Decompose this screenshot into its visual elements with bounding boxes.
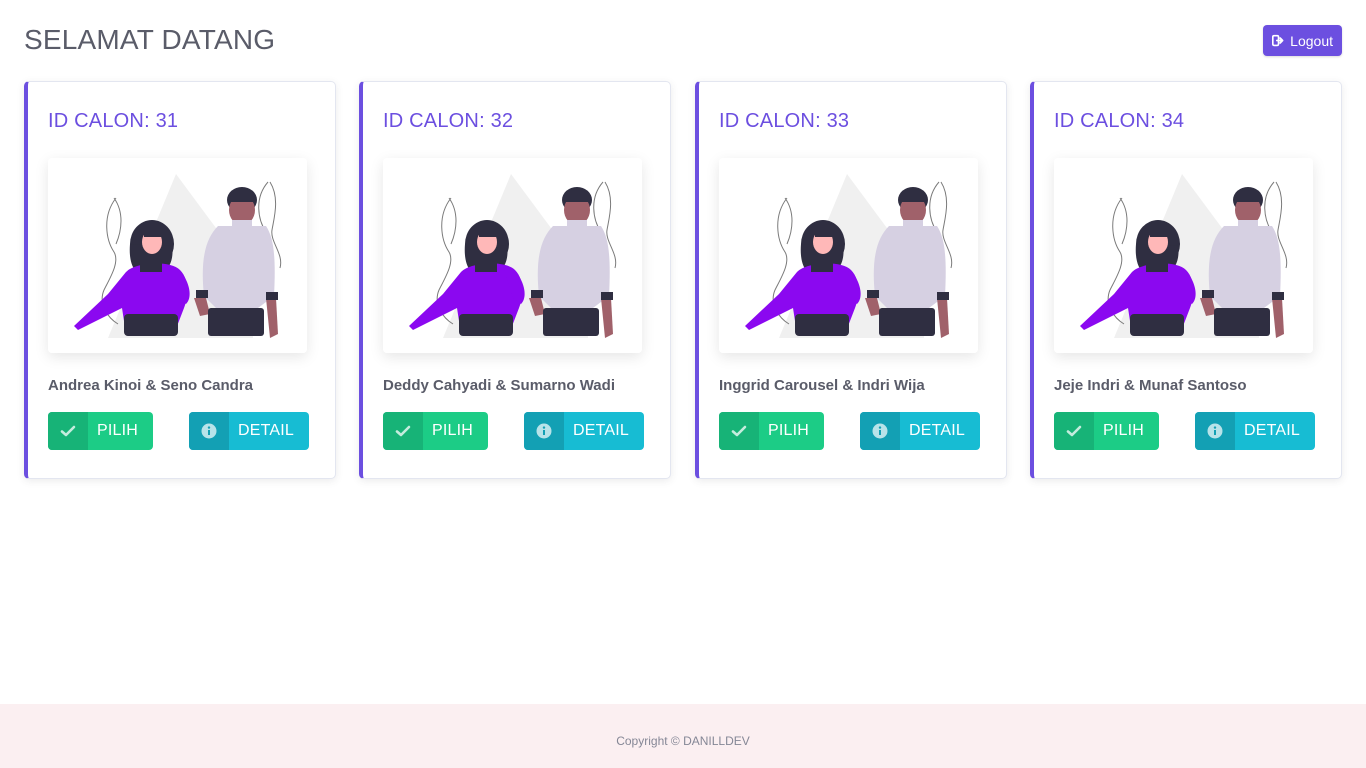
candidate-cards: ID CALON: 31 Andrea Kinoi & Seno Candra … (24, 81, 1342, 479)
detail-button[interactable]: DETAIL (860, 412, 980, 450)
detail-label: DETAIL (1243, 422, 1301, 439)
logout-button[interactable]: Logout (1263, 25, 1342, 56)
candidate-id-title: ID CALON: 31 (48, 110, 179, 132)
info-icon (189, 412, 229, 450)
header: SELAMAT DATANG Logout (24, 22, 1342, 62)
candidate-card: ID CALON: 33 Inggrid Carousel & Indri Wi… (695, 81, 1007, 479)
info-icon (1195, 412, 1235, 450)
page-title: SELAMAT DATANG (24, 24, 276, 55)
candidate-card: ID CALON: 31 Andrea Kinoi & Seno Candra … (24, 81, 336, 479)
pilih-label: PILIH (767, 422, 809, 439)
candidate-illustration (1054, 158, 1313, 353)
pilih-label: PILIH (96, 422, 138, 439)
candidate-card: ID CALON: 32 Deddy Cahyadi & Sumarno Wad… (359, 81, 671, 479)
logout-label: Logout (1290, 32, 1333, 49)
info-icon (860, 412, 900, 450)
candidate-illustration (383, 158, 642, 353)
footer: Copyright © DANILLDEV (0, 704, 1366, 768)
candidate-illustration (48, 158, 307, 353)
pilih-button[interactable]: PILIH (48, 412, 153, 450)
candidate-names: Deddy Cahyadi & Sumarno Wadi (383, 377, 615, 394)
check-icon (383, 412, 423, 450)
candidate-names: Andrea Kinoi & Seno Candra (48, 377, 254, 394)
candidate-card: ID CALON: 34 Jeje Indri & Munaf Santoso … (1030, 81, 1342, 479)
detail-label: DETAIL (908, 422, 966, 439)
detail-button[interactable]: DETAIL (189, 412, 309, 450)
pilih-button[interactable]: PILIH (1054, 412, 1159, 450)
detail-button[interactable]: DETAIL (524, 412, 644, 450)
detail-button[interactable]: DETAIL (1195, 412, 1315, 450)
check-icon (719, 412, 759, 450)
pilih-label: PILIH (1102, 422, 1144, 439)
candidate-id-title: ID CALON: 33 (719, 110, 850, 132)
pilih-button[interactable]: PILIH (719, 412, 824, 450)
info-icon (524, 412, 564, 450)
detail-label: DETAIL (237, 422, 295, 439)
check-icon (48, 412, 88, 450)
candidate-illustration (719, 158, 978, 353)
candidate-id-title: ID CALON: 34 (1054, 110, 1185, 132)
pilih-button[interactable]: PILIH (383, 412, 488, 450)
candidate-names: Jeje Indri & Munaf Santoso (1054, 377, 1247, 394)
copyright-text: Copyright © DANILLDEV (616, 734, 750, 748)
detail-label: DETAIL (572, 422, 630, 439)
candidate-id-title: ID CALON: 32 (383, 110, 514, 132)
check-icon (1054, 412, 1094, 450)
sign-out-icon (1272, 34, 1284, 47)
candidate-names: Inggrid Carousel & Indri Wija (719, 377, 925, 394)
pilih-label: PILIH (431, 422, 473, 439)
